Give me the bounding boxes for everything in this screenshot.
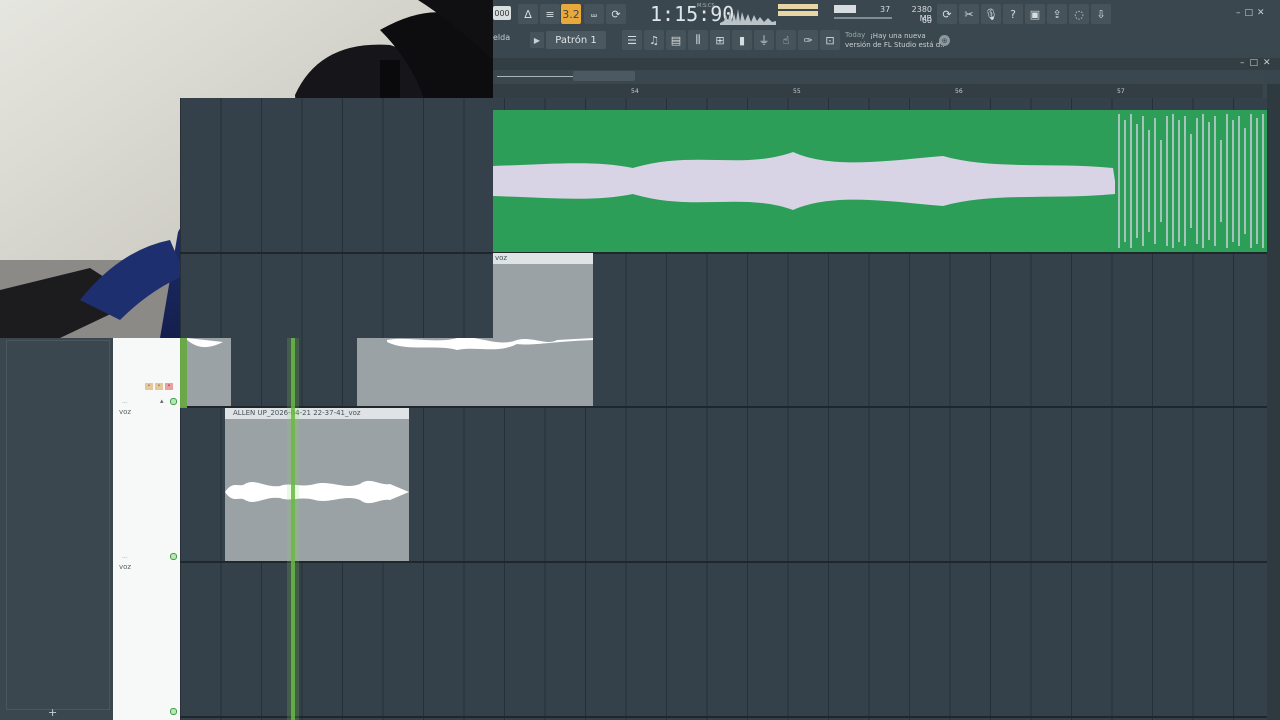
- playlist-restore-button[interactable]: □: [1250, 58, 1259, 68]
- track-divider: [180, 716, 1267, 718]
- master-pitch-meter: [778, 11, 818, 16]
- track-enable-led[interactable]: [170, 398, 177, 405]
- vertical-scrollbar[interactable]: [1267, 84, 1280, 720]
- bar-number: 57: [1117, 88, 1125, 95]
- globe-icon[interactable]: ⊕: [939, 35, 950, 46]
- clip-title: voz: [493, 253, 593, 264]
- news-text-line2[interactable]: versión de FL Studio está d..: [845, 41, 945, 49]
- playlist-minimize-button[interactable]: –: [1240, 58, 1245, 68]
- playhead[interactable]: [291, 338, 295, 720]
- loop-start-marker[interactable]: [180, 338, 187, 408]
- close-button[interactable]: ✕: [1257, 8, 1265, 20]
- track-divider: [180, 252, 1267, 254]
- plugin-icon[interactable]: ⏚: [754, 30, 774, 50]
- track-headers: [113, 338, 180, 720]
- audio-clip-fragment[interactable]: [187, 338, 231, 406]
- save-icon[interactable]: ▣: [1025, 4, 1045, 24]
- audio-clip-green[interactable]: [493, 110, 1267, 252]
- track-enable-led[interactable]: [170, 553, 177, 560]
- wait-input-button[interactable]: ≡: [540, 4, 560, 24]
- track-mini-buttons: • • •: [145, 383, 175, 391]
- news-date: Today: [845, 31, 866, 39]
- pattern-selector[interactable]: Patrón 1: [546, 31, 606, 49]
- minimize-button[interactable]: –: [1236, 8, 1241, 20]
- pattern-mode-label[interactable]: elda: [493, 33, 510, 42]
- loop-record-button[interactable]: ⟳: [606, 4, 626, 24]
- metronome-button[interactable]: ∆: [518, 4, 538, 24]
- track-collapse-icon[interactable]: ▴: [160, 397, 164, 405]
- help-icon[interactable]: ?: [1003, 4, 1023, 24]
- export-icon[interactable]: ⇪: [1047, 4, 1067, 24]
- track-enable-led[interactable]: [170, 708, 177, 715]
- oscilloscope: [720, 3, 776, 25]
- track-mute-icon[interactable]: •: [145, 383, 153, 390]
- news-text[interactable]: ¡Hay una nueva: [870, 31, 942, 41]
- timeline-ruler[interactable]: [493, 84, 1263, 98]
- master-volume-meter: [778, 4, 818, 9]
- blend-notes-button[interactable]: ⧢: [584, 4, 604, 24]
- bar-number: 56: [955, 88, 963, 95]
- tempo-tapper-icon[interactable]: ✑: [798, 30, 818, 50]
- mixer-icon[interactable]: ⫼: [688, 30, 708, 50]
- track-dots: ...: [122, 553, 128, 560]
- project-icon[interactable]: ▮: [732, 30, 752, 50]
- cut-icon[interactable]: ✂: [959, 4, 979, 24]
- bar-number: 55: [793, 88, 801, 95]
- track-label[interactable]: voz: [119, 408, 131, 416]
- pattern-prev-button[interactable]: ▶: [530, 32, 544, 48]
- piano-roll-icon[interactable]: ♫: [644, 30, 664, 50]
- audio-clip-allen-up[interactable]: ALLEN UP_2026-04-21 22-37-41_voz: [225, 408, 409, 561]
- playlist-close-button[interactable]: ✕: [1263, 58, 1271, 68]
- cpu-value: 37: [880, 5, 891, 14]
- channel-rack-icon[interactable]: ▤: [666, 30, 686, 50]
- cart-icon[interactable]: ⊡: [820, 30, 840, 50]
- step-edit-button[interactable]: 3.2: [561, 4, 581, 24]
- download-icon[interactable]: ⇩: [1091, 4, 1111, 24]
- track-dots: ...: [122, 398, 128, 405]
- playlist-window-controls: – □ ✕: [1240, 58, 1271, 68]
- restore-button[interactable]: □: [1245, 8, 1254, 20]
- browser-icon[interactable]: ⊞: [710, 30, 730, 50]
- add-track-button[interactable]: +: [48, 706, 57, 719]
- zoom-handle[interactable]: [573, 71, 635, 81]
- playlist-icon[interactable]: ☰: [622, 30, 642, 50]
- chat-icon[interactable]: ◌: [1069, 4, 1089, 24]
- track-label[interactable]: voz: [119, 563, 131, 571]
- picker-panel[interactable]: [6, 340, 110, 710]
- window-controls: – □ ✕: [1236, 8, 1280, 20]
- mic-icon[interactable]: 🎙: [981, 4, 1001, 24]
- audio-clip-voz-lower[interactable]: [357, 338, 593, 406]
- touch-icon[interactable]: ☝: [776, 30, 796, 50]
- bar-number: 54: [631, 88, 639, 95]
- track-record-icon[interactable]: •: [165, 383, 173, 390]
- polyphony-value: 60: [921, 16, 932, 25]
- playlist-titlebar: [493, 58, 1280, 70]
- time-format-label: M:S:CS: [697, 3, 715, 9]
- refresh-icon[interactable]: ⟳: [937, 4, 957, 24]
- tempo-display[interactable]: 000: [493, 6, 511, 20]
- track-solo-icon[interactable]: •: [155, 383, 163, 390]
- track-divider: [180, 561, 1267, 563]
